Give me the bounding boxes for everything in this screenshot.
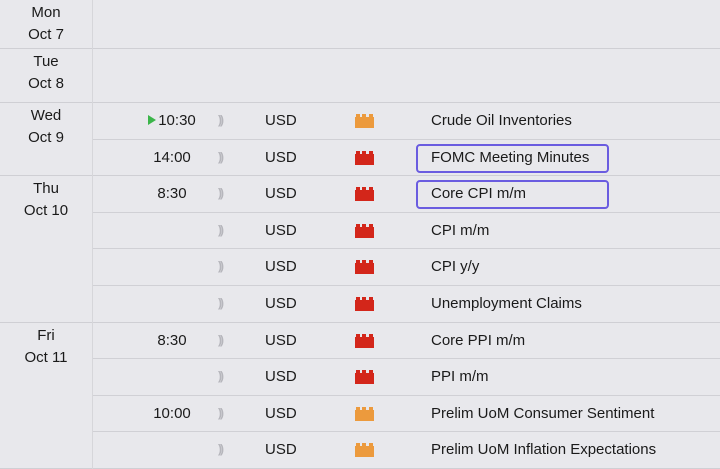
day-label: Wed Oct 9	[0, 105, 92, 149]
event-title[interactable]: FOMC Meeting Minutes	[431, 149, 589, 166]
event-row[interactable]: 14:00)) USD FOMC Meeting Minutes	[92, 138, 720, 176]
event-currency: USD	[265, 185, 297, 203]
medium-impact-icon[interactable]	[355, 114, 374, 128]
event-currency: USD	[265, 221, 297, 239]
event-row[interactable]: )) USD Unemployment Claims	[92, 285, 720, 322]
high-impact-icon[interactable]	[355, 333, 374, 348]
event-time-text: 8:30	[157, 185, 187, 203]
row-separator	[92, 211, 720, 213]
medium-impact-icon[interactable]	[355, 406, 374, 421]
high-impact-icon[interactable]	[355, 260, 374, 275]
event-title[interactable]: Core CPI m/m	[431, 185, 526, 202]
row-separator	[92, 358, 720, 360]
event-row[interactable]: )) USD CPI y/y	[92, 248, 720, 285]
high-impact-icon[interactable]	[355, 187, 374, 202]
event-currency: USD	[265, 112, 297, 129]
medium-impact-icon[interactable]	[355, 443, 374, 458]
date-label: Oct 11	[24, 348, 68, 366]
day-label: Mon Oct 7	[0, 2, 92, 46]
event-time: 14:00	[127, 149, 217, 166]
event-time: 10:00	[127, 405, 217, 422]
event-row[interactable]: 10:30)) USD Crude Oil Inventories	[92, 103, 720, 139]
event-title[interactable]: CPI m/m	[431, 222, 489, 239]
event-time: 8:30	[127, 332, 217, 349]
date-label: Oct 8	[28, 75, 64, 92]
event-time-text: 10:00	[153, 404, 191, 422]
weekday-label: Wed	[30, 107, 62, 124]
row-separator	[92, 138, 720, 140]
date-label: Oct 7	[28, 26, 64, 43]
sound-icon[interactable]: ))	[218, 259, 224, 273]
sound-icon[interactable]: ))	[218, 150, 224, 164]
event-title[interactable]: Crude Oil Inventories	[431, 112, 572, 129]
sound-icon[interactable]: ))	[218, 369, 224, 383]
event-title[interactable]: Prelim UoM Consumer Sentiment	[431, 405, 654, 422]
day-column-divider	[92, 0, 93, 469]
play-icon[interactable]	[148, 115, 157, 125]
high-impact-icon[interactable]	[355, 223, 374, 238]
event-title[interactable]: Core PPI m/m	[431, 332, 525, 349]
event-row[interactable]: )) USD PPI m/m	[92, 358, 720, 395]
sound-icon[interactable]: ))	[218, 406, 224, 420]
sound-icon[interactable]: ))	[218, 296, 224, 310]
row-separator	[92, 248, 720, 250]
event-currency: USD	[265, 258, 297, 276]
event-time-text: 10:30	[158, 112, 196, 129]
event-time-text: 8:30	[157, 331, 187, 349]
sound-icon[interactable]: ))	[218, 442, 224, 456]
event-currency: USD	[265, 404, 297, 422]
event-time: 10:30	[127, 112, 217, 129]
weekday-label: Thu	[33, 180, 59, 198]
day-label: Fri Oct 11	[0, 325, 92, 369]
day-label: Tue Oct 8	[0, 51, 92, 95]
event-currency: USD	[265, 148, 297, 166]
row-separator	[92, 285, 720, 286]
weekday-label: Tue	[33, 53, 59, 70]
event-row[interactable]: 8:30)) USD Core CPI m/m	[92, 176, 720, 212]
economic-calendar: Mon Oct 7 Tue Oct 8 Wed Oct 9 10:30)) USD Crude …	[0, 0, 720, 469]
sound-icon[interactable]: ))	[218, 333, 224, 347]
event-row[interactable]: 8:30)) USD Core PPI m/m	[92, 323, 720, 359]
event-currency: USD	[265, 331, 297, 349]
event-currency: USD	[265, 295, 297, 312]
event-currency: USD	[265, 441, 297, 459]
weekday-label: Fri	[37, 326, 55, 344]
event-title[interactable]: Unemployment Claims	[431, 295, 582, 312]
event-row[interactable]: 10:00)) USD Prelim UoM Consumer Sentiment	[92, 394, 720, 432]
event-row[interactable]: )) USD CPI m/m	[92, 211, 720, 249]
high-impact-icon[interactable]	[355, 370, 374, 385]
high-impact-icon[interactable]	[355, 150, 374, 165]
event-time: 8:30	[127, 185, 217, 202]
high-impact-icon[interactable]	[355, 297, 374, 311]
sound-icon[interactable]: ))	[218, 186, 224, 200]
date-label: Oct 10	[23, 202, 69, 220]
event-title[interactable]: CPI y/y	[431, 258, 479, 275]
row-separator	[92, 431, 720, 433]
event-title[interactable]: PPI m/m	[431, 368, 489, 385]
event-row[interactable]: )) USD Prelim UoM Inflation Expectations	[92, 431, 720, 468]
event-time-text: 14:00	[153, 148, 191, 166]
sound-icon[interactable]: ))	[218, 113, 224, 127]
sound-icon[interactable]: ))	[218, 223, 224, 237]
event-currency: USD	[265, 368, 297, 386]
weekday-label: Mon	[31, 4, 61, 21]
event-title[interactable]: Prelim UoM Inflation Expectations	[431, 441, 656, 458]
day-group	[0, 49, 720, 103]
day-label: Thu Oct 10	[0, 178, 92, 222]
row-separator	[92, 394, 720, 396]
date-label: Oct 9	[28, 129, 64, 146]
day-group	[0, 0, 720, 49]
